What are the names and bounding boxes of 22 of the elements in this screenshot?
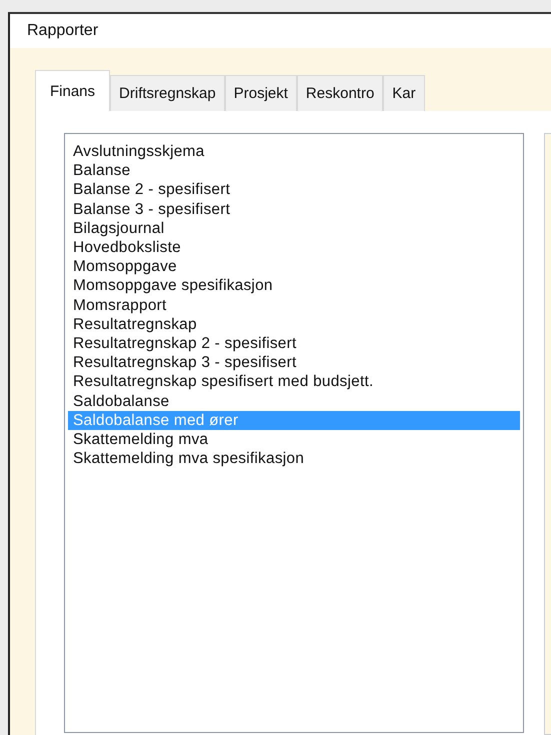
report-item[interactable]: Balanse [68,161,520,180]
report-item[interactable]: Saldobalanse [68,392,520,411]
tab[interactable]: Prosjekt [224,75,297,111]
report-item[interactable]: Momsrapport [68,296,520,315]
report-item[interactable]: Resultatregnskap spesifisert med budsjett. [68,372,520,392]
report-item[interactable]: Momsoppgave [68,257,520,276]
tab[interactable]: Reskontro [296,75,384,111]
report-item[interactable]: Resultatregnskap 2 - spesifisert [68,334,520,354]
report-item[interactable]: Skattemelding mva [68,430,520,450]
report-item[interactable]: Bilagsjournal [68,218,520,238]
report-item[interactable]: Hovedboksliste [68,238,520,258]
report-item[interactable]: Resultatregnskap [68,314,520,334]
tab[interactable]: Finans [35,70,110,111]
report-item[interactable]: Balanse 3 - spesifisert [68,200,520,219]
window-title: Rapporter [27,22,98,40]
report-item[interactable]: Skattemelding mva spesifikasjon [68,449,520,468]
report-item[interactable]: Resultatregnskap 3 - spesifisert [68,353,520,372]
report-item[interactable]: Avslutningsskjema [68,142,520,162]
report-item[interactable]: Momsoppgave spesifikasjon [68,276,520,296]
tab[interactable]: Kar [383,75,425,111]
tab[interactable]: Driftsregnskap [110,75,225,111]
report-item[interactable]: Balanse 2 - spesifisert [68,180,520,200]
